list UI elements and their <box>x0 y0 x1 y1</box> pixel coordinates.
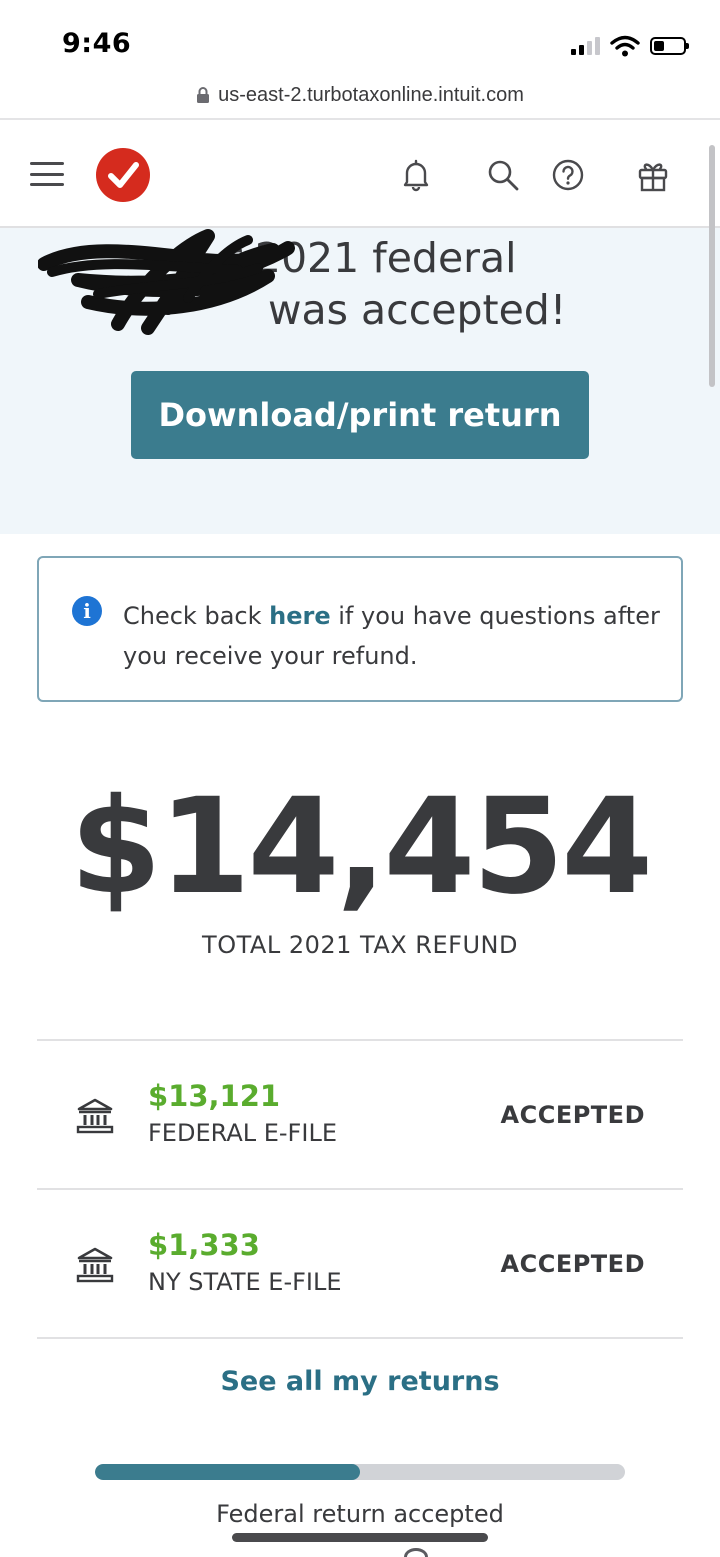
status-bar: 9:46 <box>0 0 720 72</box>
federal-status-badge: ACCEPTED <box>500 1101 645 1129</box>
battery-icon <box>650 37 689 55</box>
progress-label: Federal return accepted <box>216 1500 504 1528</box>
bank-icon <box>76 1098 114 1134</box>
info-callout: i Check back here if you have questions … <box>37 556 683 702</box>
turbotax-logo[interactable] <box>96 148 150 202</box>
return-row-state[interactable]: $1,333 NY STATE E-FILE ACCEPTED <box>37 1190 683 1338</box>
info-text: Check back here if you have questions af… <box>123 602 660 670</box>
hero-section: r 2021 federal was accepted! Download/pr… <box>0 228 720 534</box>
status-icons <box>571 32 689 60</box>
menu-icon[interactable] <box>30 162 64 186</box>
url-bar[interactable]: us-east-2.turbotaxonline.intuit.com <box>0 72 720 118</box>
lock-icon <box>197 87 210 103</box>
home-indicator[interactable] <box>232 1533 488 1542</box>
partial-icon <box>404 1548 428 1557</box>
info-icon: i <box>72 596 102 626</box>
bell-icon[interactable] <box>397 156 435 194</box>
progress-bar <box>95 1464 625 1480</box>
federal-label: FEDERAL E-FILE <box>148 1119 337 1147</box>
divider <box>37 1337 683 1339</box>
state-amount: $1,333 <box>148 1228 260 1262</box>
progress-fill <box>95 1464 360 1480</box>
total-refund-amount: $14,454 <box>69 770 653 924</box>
status-time: 9:46 <box>62 28 132 59</box>
total-refund-label: TOTAL 2021 TAX REFUND <box>202 931 518 959</box>
return-row-federal[interactable]: $13,121 FEDERAL E-FILE ACCEPTED <box>37 1041 683 1189</box>
page-scrollbar[interactable] <box>709 145 715 387</box>
app-header <box>0 120 720 228</box>
wifi-icon <box>610 35 640 57</box>
gift-icon[interactable] <box>634 156 672 194</box>
state-status-badge: ACCEPTED <box>500 1250 645 1278</box>
here-link[interactable]: here <box>269 602 330 630</box>
cellular-signal-icon <box>571 37 600 55</box>
state-label: NY STATE E-FILE <box>148 1268 342 1296</box>
help-icon[interactable] <box>549 156 587 194</box>
bank-icon <box>76 1247 114 1283</box>
checkmark-icon <box>108 162 139 188</box>
redaction-scribble <box>38 229 295 335</box>
download-print-return-button[interactable]: Download/print return <box>131 371 589 459</box>
federal-amount: $13,121 <box>148 1079 281 1113</box>
see-all-returns-link[interactable]: See all my returns <box>0 1366 720 1397</box>
search-icon[interactable] <box>484 156 522 194</box>
url-text: us-east-2.turbotaxonline.intuit.com <box>218 83 524 106</box>
